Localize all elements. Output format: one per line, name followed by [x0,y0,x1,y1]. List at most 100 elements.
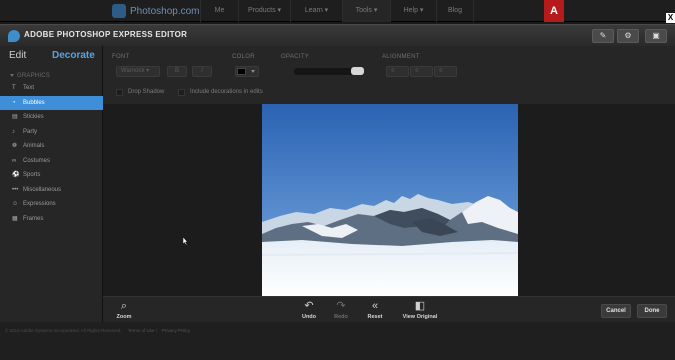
nav-item-products[interactable]: Products ▾ [238,0,290,22]
editor-title: ADOBE PHOTOSHOP EXPRESS EDITOR [24,30,188,39]
font-label: FONT [112,54,130,60]
privacy-link[interactable]: Privacy Policy [162,328,190,333]
mode-tabs: Edit Decorate [0,46,103,68]
sidebar-item-sports[interactable]: ⚽ Sports [0,168,103,183]
color-picker[interactable] [235,66,259,77]
dots-icon: ••• [12,186,19,193]
editor-title-bar: ADOBE PHOTOSHOP EXPRESS EDITOR ✎ ⚙ ▣ [0,24,675,46]
sidebar-item-costumes[interactable]: ∞ Costumes [0,154,103,169]
gear-icon: ⚙ [624,31,632,40]
zoom-label: Zoom [116,314,132,320]
opacity-label: OPACITY [281,54,309,60]
collapse-triangle-icon [10,73,14,77]
ball-icon: ⚽ [12,172,20,178]
compare-icon: ◧ [414,300,426,312]
logo-text: Photoshop.com [130,5,200,17]
copyright-text: © 2013 Adobe Systems Incorporated. All R… [5,328,122,333]
drop-shadow-checkbox[interactable] [116,89,123,96]
mouse-cursor-icon [183,237,188,245]
reset-label: Reset [367,314,383,320]
font-select[interactable]: Warnock ▾ [116,66,160,77]
sidebar-item-bubbles[interactable]: ◔ Bubbles [0,95,103,110]
brush-menu-button[interactable]: ✎ [592,29,614,43]
sidebar-item-text[interactable]: T Text [0,81,103,96]
express-editor-logo-icon [8,30,20,42]
sidebar-item-party[interactable]: ♪ Party [0,125,103,140]
sidebar-item-label: Miscellaneous [23,186,62,193]
alignment-label: ALIGNMENT [382,54,420,60]
sticky-note-icon: ▤ [12,114,18,120]
italic-button[interactable]: I [192,66,212,77]
options-panel: FONT Warnock ▾ B I COLOR OPACITY ALIGNME… [103,46,675,104]
sidebar-item-expressions[interactable]: ☺ Expressions [0,197,103,212]
reset-button[interactable]: « Reset [355,300,395,321]
align-right-icon: ≡ [439,68,443,74]
edited-photo[interactable] [262,104,518,296]
mountain-photo-image [262,104,518,296]
speech-bubble-icon: ◔ [12,99,16,106]
nav-item-me[interactable]: Me [200,0,238,22]
tab-decorate[interactable]: Decorate [52,50,95,61]
sidebar-item-stickies[interactable]: ▤ Stickies [0,110,103,125]
nav-item-help[interactable]: Help ▾ [390,0,436,22]
left-panel: Edit Decorate GRAPHICS T Text ◔ Bubbles … [0,46,103,322]
rewind-icon: « [371,300,379,312]
align-left-icon: ≡ [391,68,395,74]
fullscreen-icon: ▣ [652,31,660,40]
fullscreen-button[interactable]: ▣ [645,29,667,43]
adobe-logo[interactable]: A [544,0,564,22]
zoom-button[interactable]: ⌕ Zoom [104,300,144,321]
sidebar-item-frames[interactable]: ▦ Frames [0,212,103,227]
opacity-slider[interactable] [294,67,364,75]
sidebar-item-label: Bubbles [23,99,45,106]
settings-menu-button[interactable]: ⚙ [617,29,639,43]
cancel-button[interactable]: Cancel [601,304,631,318]
bold-button[interactable]: B [167,66,187,77]
nav-item-learn[interactable]: Learn ▾ [290,0,342,22]
mask-icon: ∞ [12,157,17,164]
close-overlay-button[interactable]: X [666,13,675,23]
drop-shadow-label: Drop Shadow [128,89,165,95]
text-icon: T [12,85,16,91]
terms-link[interactable]: Terms of Use [128,328,155,333]
sidebar-item-label: Frames [23,215,44,222]
sidebar-item-label: Text [23,85,35,92]
photoshop-logo[interactable]: Photoshop.com [112,2,200,20]
party-icon: ♪ [12,128,15,135]
tab-edit[interactable]: Edit [9,50,26,61]
align-center-button[interactable]: ≡ [410,66,433,77]
sidebar-item-label: Costumes [23,157,51,164]
sidebar-item-label: Expressions [23,201,56,208]
color-label: COLOR [232,54,255,60]
view-original-button[interactable]: ◧ View Original [400,300,440,321]
site-nav: Photoshop.com Me Products ▾ Learn ▾ Tool… [0,0,675,22]
section-title: GRAPHICS [17,73,50,79]
footer-separator: | [156,328,158,333]
include-decorations-checkbox[interactable] [178,89,185,96]
opacity-slider-handle[interactable] [351,67,364,75]
chevron-down-icon [250,70,255,73]
sidebar-item-miscellaneous[interactable]: ••• Miscellaneous [0,183,103,198]
bottom-toolbar: ⌕ Zoom ↶ Undo ↷ Redo « Reset ◧ View Orig… [103,296,675,322]
magnifier-icon: ⌕ [120,300,128,312]
nav-item-tools[interactable]: Tools ▾ [342,0,390,22]
undo-icon: ↶ [304,300,314,312]
align-center-icon: ≡ [415,68,419,74]
sidebar-item-animals[interactable]: ❁ Animals [0,139,103,154]
sidebar-item-label: Sports [23,172,41,179]
graphics-section-header[interactable]: GRAPHICS [10,73,50,79]
image-canvas[interactable] [103,104,675,296]
sidebar-item-label: Stickies [23,114,44,121]
footer: © 2013 Adobe Systems Incorporated. All R… [0,322,675,360]
align-right-button[interactable]: ≡ [434,66,457,77]
app-root: Photoshop.com Me Products ▾ Learn ▾ Tool… [0,0,675,360]
frame-icon: ▦ [12,215,18,222]
color-swatch [237,68,246,75]
done-button[interactable]: Done [637,304,667,318]
include-decorations-label: Include decorations in edits [190,89,263,95]
graphics-list: T Text ◔ Bubbles ▤ Stickies ♪ Party ❁ An… [0,81,103,226]
sidebar-item-label: Party [23,128,38,135]
nav-item-blog[interactable]: Blog [436,0,474,22]
view-original-label: View Original [402,314,438,320]
align-left-button[interactable]: ≡ [386,66,409,77]
